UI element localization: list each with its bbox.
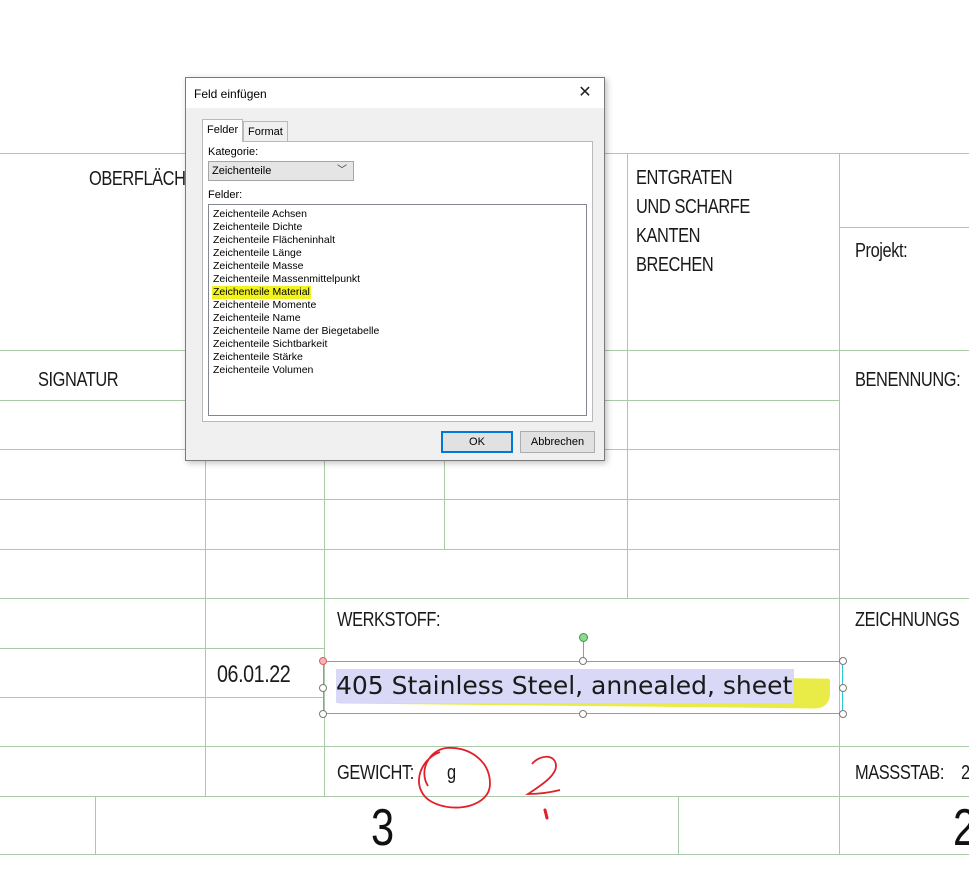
grid-line (0, 746, 969, 747)
list-item[interactable]: Zeichenteile Flächeninhalt (212, 234, 336, 247)
grid-line (0, 598, 969, 599)
zeichnungs-label: ZEICHNUNGS (855, 609, 960, 631)
grid-line (839, 227, 969, 228)
resize-handle[interactable] (319, 710, 327, 718)
resize-handle[interactable] (319, 684, 327, 692)
resize-handle[interactable] (839, 710, 847, 718)
oberflaeche-label: OBERFLÄCH (89, 168, 186, 190)
massstab-label: MASSSTAB: (855, 762, 944, 784)
rotate-handle[interactable] (579, 633, 588, 642)
list-item-selected[interactable]: Zeichenteile Material (212, 286, 311, 299)
gewicht-unit: g (447, 762, 456, 784)
dialog-title: Feld einfügen (194, 87, 267, 101)
entgraten-line-4: BRECHEN (636, 254, 714, 276)
list-item[interactable]: Zeichenteile Dichte (212, 221, 303, 234)
zone-number-3: 3 (371, 799, 395, 857)
werkstoff-label: WERKSTOFF: (337, 609, 441, 631)
grid-line (0, 796, 969, 797)
feld-einfuegen-dialog: Feld einfügen ✕ Felder Format Kategorie:… (185, 77, 605, 461)
grid-line (0, 697, 324, 698)
grid-line (324, 449, 325, 796)
gewicht-label: GEWICHT: (337, 762, 414, 784)
resize-handle[interactable] (579, 710, 587, 718)
list-item[interactable]: Zeichenteile Masse (212, 260, 304, 273)
entgraten-line-3: KANTEN (636, 225, 701, 247)
ok-button[interactable]: OK (441, 431, 513, 453)
list-item[interactable]: Zeichenteile Volumen (212, 364, 314, 377)
grid-line (0, 648, 324, 649)
grid-line (0, 854, 969, 855)
projekt-label: Projekt: (855, 240, 908, 262)
grid-line (627, 153, 628, 599)
list-item[interactable]: Zeichenteile Sichtbarkeit (212, 338, 328, 351)
tab-format[interactable]: Format (243, 121, 288, 141)
grid-line (444, 449, 445, 549)
list-item[interactable]: Zeichenteile Stärke (212, 351, 304, 364)
dialog-titlebar[interactable]: Feld einfügen ✕ (186, 78, 604, 108)
kategorie-select[interactable]: Zeichenteile ﹀ (208, 161, 354, 181)
anchor-handle[interactable] (319, 657, 327, 665)
grid-line (0, 499, 839, 500)
grid-line (95, 796, 96, 854)
grid-line (0, 549, 839, 550)
resize-handle[interactable] (839, 684, 847, 692)
grid-line (678, 796, 679, 854)
list-item[interactable]: Zeichenteile Länge (212, 247, 303, 260)
tab-felder[interactable]: Felder (202, 119, 244, 142)
entgraten-line-2: UND SCHARFE (636, 196, 750, 218)
resize-handle[interactable] (839, 657, 847, 665)
zone-number-2: 2 (953, 798, 969, 858)
cancel-button[interactable]: Abbrechen (520, 431, 595, 453)
resize-handle[interactable] (579, 657, 587, 665)
date-value: 06.01.22 (217, 661, 291, 688)
close-icon[interactable]: ✕ (574, 82, 596, 104)
felder-label: Felder: (208, 189, 243, 201)
list-item[interactable]: Zeichenteile Name (212, 312, 302, 325)
felder-list[interactable]: Zeichenteile Achsen Zeichenteile Dichte … (208, 204, 587, 416)
grid-line (205, 449, 206, 796)
entgraten-line-1: ENTGRATEN (636, 167, 733, 189)
list-item[interactable]: Zeichenteile Achsen (212, 208, 308, 221)
material-value[interactable]: 405 Stainless Steel, annealed, sheet (336, 669, 795, 703)
list-item[interactable]: Zeichenteile Name der Biegetabelle (212, 325, 380, 338)
list-item[interactable]: Zeichenteile Momente (212, 299, 317, 312)
benennung-label: BENENNUNG: (855, 369, 961, 391)
chevron-down-icon: ﹀ (337, 165, 347, 176)
kategorie-label: Kategorie: (208, 146, 259, 158)
entgraten-note: ENTGRATEN UND SCHARFE KANTEN BRECHEN (636, 164, 750, 280)
kategorie-value: Zeichenteile (212, 165, 272, 177)
signatur-label: SIGNATUR (38, 369, 119, 391)
grid-line (839, 153, 840, 854)
massstab-value: 2 (961, 762, 969, 784)
list-item[interactable]: Zeichenteile Massenmittelpunkt (212, 273, 361, 286)
